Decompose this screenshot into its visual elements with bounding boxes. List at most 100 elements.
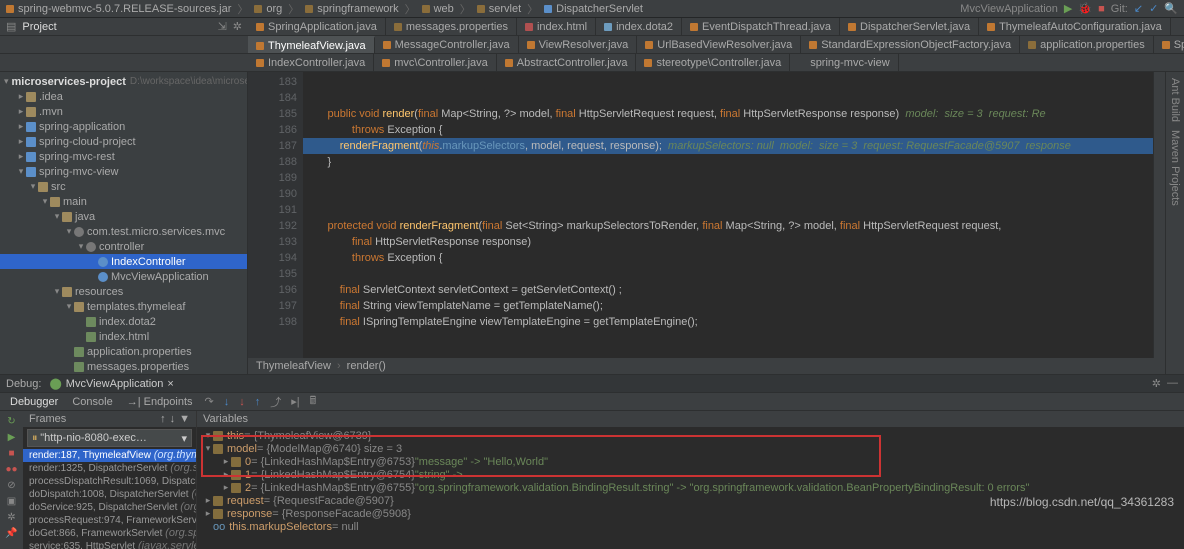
rerun-icon[interactable]: ↻ (6, 415, 18, 427)
pin-icon[interactable]: 📌 (6, 527, 18, 539)
stack-frame[interactable]: render:1325, DispatcherServlet (org.spri… (23, 462, 196, 475)
step-out-icon[interactable]: ↑ (253, 396, 263, 408)
code-line[interactable]: throws Exception { (303, 122, 1153, 138)
tree-node[interactable]: ▾controller (0, 239, 247, 254)
tree-node[interactable]: MvcViewApplication (0, 269, 247, 284)
editor-tab[interactable]: SpringApplication.java (248, 18, 386, 35)
tree-node[interactable]: ▸.idea (0, 89, 247, 104)
tree-node[interactable]: ▾main (0, 194, 247, 209)
code-line[interactable]: final ServletContext servletContext = ge… (303, 282, 1153, 298)
next-frame-icon[interactable]: ↓ (170, 413, 176, 425)
breadcrumb-class[interactable]: ThymeleafView (256, 360, 331, 372)
breadcrumb-method[interactable]: render() (347, 360, 386, 372)
tree-node[interactable]: ▾src (0, 179, 247, 194)
git-push-icon[interactable]: ✓ (1149, 2, 1158, 15)
editor-scrollbar[interactable] (1153, 72, 1165, 374)
code-line[interactable]: public void render(final Map<String, ?> … (303, 106, 1153, 122)
tree-node[interactable]: ▾com.test.micro.services.mvc (0, 224, 247, 239)
minimize-icon[interactable]: — (1167, 377, 1178, 390)
editor-tab[interactable]: AbstractController.java (497, 54, 637, 71)
collapse-icon[interactable]: ⇲ (218, 20, 227, 33)
code-line[interactable]: protected void renderFragment(final Set<… (303, 218, 1153, 234)
force-step-into-icon[interactable]: ↓ (237, 396, 247, 408)
prev-frame-icon[interactable]: ↑ (160, 413, 166, 425)
stack-frame[interactable]: doGet:866, FrameworkServlet (org.springf (23, 527, 196, 540)
code-line[interactable]: throws Exception { (303, 250, 1153, 266)
run-config-name[interactable]: MvcViewApplication (960, 3, 1058, 15)
stack-frame[interactable]: render:187, ThymeleafView (org.thymeleaf… (23, 449, 196, 462)
debug-config-tab[interactable]: ⬤ MvcViewApplication × (49, 377, 173, 390)
code-line[interactable] (303, 74, 1153, 90)
variable-row[interactable]: ▸2 = {LinkedHashMap$Entry@6755} "org.spr… (197, 481, 1184, 494)
editor-tab[interactable]: index.html (517, 18, 596, 35)
variable-row[interactable]: ▸0 = {LinkedHashMap$Entry@6753} "message… (197, 455, 1184, 468)
code-line[interactable]: final HttpServletResponse response) (303, 234, 1153, 250)
tab-console[interactable]: Console (68, 396, 116, 408)
tree-node[interactable]: ▾resources (0, 284, 247, 299)
editor-tab[interactable]: spring-mvc-view (790, 54, 898, 71)
editor-breadcrumb[interactable]: ThymeleafView › render() (248, 358, 1165, 374)
variable-row[interactable]: ▾this = {ThymeleafView@6739} (197, 429, 1184, 442)
title-crumb[interactable]: springframework (317, 3, 398, 15)
editor-tab[interactable]: mvc\Controller.java (374, 54, 497, 71)
tab-debugger[interactable]: Debugger (6, 396, 62, 408)
mute-bp-icon[interactable]: ⊘ (6, 479, 18, 491)
editor-tab[interactable]: index.dota2 (596, 18, 682, 35)
tree-node[interactable]: application.properties (0, 344, 247, 359)
layout-icon[interactable]: ▣ (6, 495, 18, 507)
code-editor[interactable]: 183184185↓@186187✓188189190191192@193194… (248, 72, 1165, 374)
editor-tab[interactable]: stereotype\Controller.java (636, 54, 790, 71)
editor-tab[interactable]: ThymeleafView.java (248, 36, 375, 53)
tab-endpoints[interactable]: →| Endpoints (123, 396, 197, 408)
title-crumb[interactable]: DispatcherServlet (556, 3, 643, 15)
tree-node[interactable]: ▸spring-application (0, 119, 247, 134)
tree-node[interactable]: ▾spring-mvc-view (0, 164, 247, 179)
stack-frame[interactable]: processRequest:974, FrameworkServlet (o (23, 514, 196, 527)
project-root[interactable]: ▾ microservices-project D:\workspace\ide… (0, 74, 247, 89)
editor-tab[interactable]: messages.properties (386, 18, 517, 35)
drop-frame-icon[interactable]: ⤴ (268, 394, 283, 410)
tree-node[interactable]: ▸spring-cloud-project (0, 134, 247, 149)
code-line[interactable] (303, 202, 1153, 218)
tree-node[interactable]: ▸spring-mvc-rest (0, 149, 247, 164)
tree-node[interactable]: IndexController (0, 254, 247, 269)
stop-icon[interactable]: ■ (6, 447, 18, 459)
settings-icon[interactable]: ✲ (1152, 377, 1161, 390)
variable-row[interactable]: ▸1 = {LinkedHashMap$Entry@6754} "string"… (197, 468, 1184, 481)
title-crumb[interactable]: org (266, 3, 282, 15)
code-line[interactable]: final String viewTemplateName = getTempl… (303, 298, 1153, 314)
tree-node[interactable]: ▸.mvn (0, 104, 247, 119)
editor-tab[interactable]: application.properties (1020, 36, 1154, 53)
step-into-icon[interactable]: ↓ (222, 396, 232, 408)
code-line[interactable]: renderFragment(this.markupSelectors, mod… (303, 138, 1153, 154)
tree-node[interactable]: ▾java (0, 209, 247, 224)
editor-tab[interactable]: MessageController.java (375, 36, 519, 53)
title-crumb[interactable]: web (434, 3, 454, 15)
title-crumb[interactable]: servlet (489, 3, 521, 15)
breakpoints-icon[interactable]: ●● (6, 463, 18, 475)
code-line[interactable] (303, 266, 1153, 282)
editor-tab[interactable]: ViewResolver.java (519, 36, 638, 53)
tree-node[interactable]: index.html (0, 329, 247, 344)
filter-icon[interactable]: ▼ (179, 413, 190, 425)
run-icon[interactable]: ▶ (1064, 2, 1072, 15)
code-line[interactable] (303, 170, 1153, 186)
project-tool-header[interactable]: ▤ Project ⇲ ✲ (0, 18, 248, 35)
resume-icon[interactable]: ▶ (6, 431, 18, 443)
run-to-cursor-icon[interactable]: ▸| (289, 395, 301, 408)
code-line[interactable] (303, 186, 1153, 202)
stop-icon[interactable]: ■ (1098, 3, 1105, 15)
stack-frame[interactable]: doDispatch:1008, DispatcherServlet (org.… (23, 488, 196, 501)
editor-tab[interactable]: IndexController.java (248, 54, 374, 71)
git-pull-icon[interactable]: ↙ (1134, 2, 1143, 15)
project-tree[interactable]: ▾ microservices-project D:\workspace\ide… (0, 72, 248, 374)
editor-tab[interactable]: DispatcherServlet.java (840, 18, 979, 35)
title-crumb[interactable]: spring-webmvc-5.0.7.RELEASE-sources.jar (18, 3, 231, 15)
variable-row[interactable]: ▾model = {ModelMap@6740} size = 3 (197, 442, 1184, 455)
editor-tab[interactable]: SpringCloudConfigServer.java (1154, 36, 1184, 53)
debug-icon[interactable]: 🐞 (1078, 2, 1092, 15)
ant-build-icon[interactable]: Ant Build (1169, 78, 1181, 122)
code-area[interactable]: public void render(final Map<String, ?> … (303, 72, 1153, 374)
editor-tab[interactable]: UrlBasedViewResolver.java (637, 36, 801, 53)
variable-row[interactable]: oothis.markupSelectors = null (197, 520, 1184, 533)
